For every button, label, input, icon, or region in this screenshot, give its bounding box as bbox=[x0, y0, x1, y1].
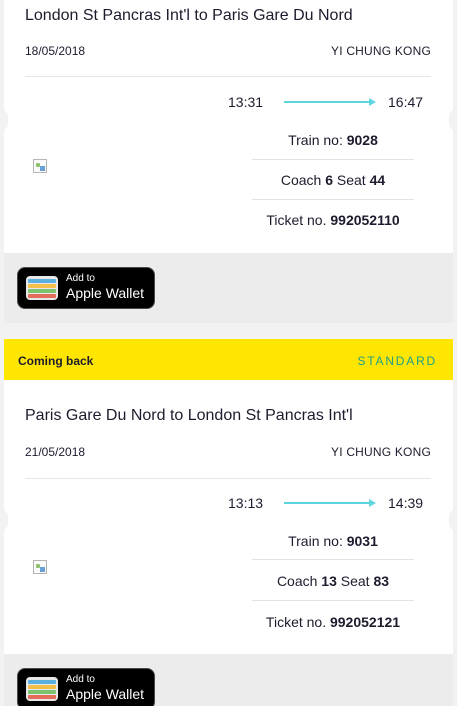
train-number: Train no: 9031 bbox=[252, 533, 414, 549]
ticket-value: 992052110 bbox=[330, 212, 400, 228]
add-to-apple-wallet-button[interactable]: Add to Apple Wallet bbox=[17, 267, 155, 309]
divider bbox=[25, 76, 431, 77]
barcode-image bbox=[33, 560, 47, 574]
wallet-small-label: Add to bbox=[66, 674, 95, 685]
coach-value: 6 bbox=[325, 172, 333, 188]
seat-label: Seat bbox=[340, 573, 370, 589]
ticket-number: Ticket no. 992052121 bbox=[252, 614, 414, 630]
coach-seat: Coach 6 Seat 44 bbox=[252, 172, 414, 188]
ticket-value: 992052121 bbox=[329, 614, 401, 630]
arrow-right-icon bbox=[284, 499, 376, 507]
arrival-time: 16:47 bbox=[388, 94, 424, 110]
wallet-section: Add to Apple Wallet bbox=[4, 654, 453, 706]
divider bbox=[25, 478, 431, 479]
coach-seat: Coach 13 Seat 83 bbox=[252, 573, 414, 589]
wallet-big-label: Apple Wallet bbox=[66, 285, 145, 301]
outbound-ticket-card: London St Pancras Int'l to Paris Gare Du… bbox=[0, 0, 457, 253]
wallet-small-label: Add to bbox=[66, 273, 95, 284]
departure-time: 13:13 bbox=[228, 495, 264, 511]
add-to-apple-wallet-button[interactable]: Add to Apple Wallet bbox=[17, 668, 155, 706]
ticket-notch-right bbox=[449, 109, 457, 131]
departure-time: 13:31 bbox=[228, 94, 264, 110]
train-label: Train no: bbox=[288, 533, 343, 549]
train-label: Train no: bbox=[288, 132, 343, 148]
coach-label: Coach bbox=[276, 573, 318, 589]
seat-label: Seat bbox=[336, 172, 366, 188]
coach-value: 13 bbox=[321, 573, 337, 589]
wallet-icon bbox=[26, 276, 58, 300]
seat-value: 44 bbox=[369, 172, 386, 188]
wallet-section: Add to Apple Wallet bbox=[4, 253, 453, 323]
divider bbox=[252, 559, 414, 560]
ticket-number: Ticket no. 992052110 bbox=[252, 212, 414, 228]
passenger-name: YI CHUNG KONG bbox=[331, 445, 431, 459]
passenger-name: YI CHUNG KONG bbox=[331, 44, 431, 58]
route-title: Paris Gare Du Nord to London St Pancras … bbox=[25, 407, 353, 424]
coach-label: Coach bbox=[280, 172, 322, 188]
divider bbox=[252, 159, 414, 160]
ticket-label: Ticket no. bbox=[265, 614, 327, 630]
seat-value: 83 bbox=[373, 573, 390, 589]
ticket-label: Ticket no. bbox=[266, 212, 327, 228]
divider bbox=[252, 600, 414, 601]
route-title: London St Pancras Int'l to Paris Gare Du… bbox=[25, 7, 353, 24]
divider bbox=[252, 199, 414, 200]
ticket-notch-right bbox=[449, 509, 457, 531]
banner-title: Coming back bbox=[18, 354, 94, 368]
barcode-image bbox=[33, 159, 47, 173]
inbound-ticket-card: Paris Gare Du Nord to London St Pancras … bbox=[0, 380, 457, 654]
arrival-time: 14:39 bbox=[388, 495, 424, 511]
train-value: 9031 bbox=[346, 533, 378, 549]
travel-date: 21/05/2018 bbox=[25, 445, 86, 459]
train-number: Train no: 9028 bbox=[252, 132, 414, 148]
wallet-icon bbox=[26, 677, 58, 701]
ticket-notch-left bbox=[0, 509, 8, 531]
train-value: 9028 bbox=[346, 132, 378, 148]
travel-date: 18/05/2018 bbox=[25, 44, 86, 58]
wallet-big-label: Apple Wallet bbox=[66, 686, 145, 702]
return-journey-banner: Coming back STANDARD bbox=[4, 339, 453, 381]
fare-class-label: STANDARD bbox=[357, 354, 437, 368]
arrow-right-icon bbox=[284, 98, 376, 106]
ticket-notch-left bbox=[0, 109, 8, 131]
